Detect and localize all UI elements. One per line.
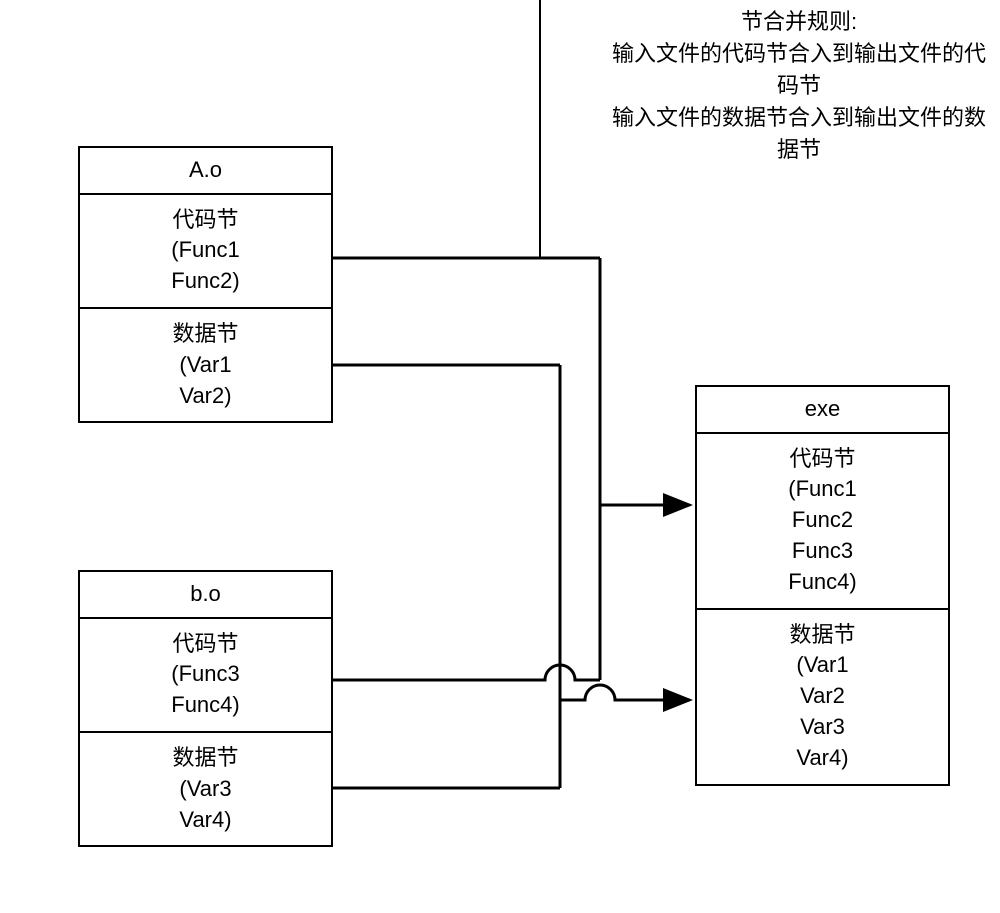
merge-rules-title: 节合并规则: — [606, 6, 992, 38]
exe-data-items: (Var1 Var2 Var3 Var4) — [701, 650, 944, 773]
exe-file: exe 代码节 (Func1 Func2 Func3 Func4) 数据节 (V… — [695, 385, 950, 786]
exe-code-items: (Func1 Func2 Func3 Func4) — [701, 474, 944, 597]
file-b-data-label: 数据节 — [84, 743, 327, 774]
file-a-data-items: (Var1 Var2) — [84, 350, 327, 412]
file-a-code-section: 代码节 (Func1 Func2) — [80, 195, 331, 307]
exe-data-label: 数据节 — [701, 620, 944, 651]
file-b-title: b.o — [80, 572, 331, 619]
file-b-data-items: (Var3 Var4) — [84, 774, 327, 836]
exe-code-section: 代码节 (Func1 Func2 Func3 Func4) — [697, 434, 948, 608]
merge-rules-annotation: 节合并规则: 输入文件的代码节合入到输出文件的代码节 输入文件的数据节合入到输出… — [598, 0, 1000, 171]
file-a-data-label: 数据节 — [84, 319, 327, 350]
merge-rules-line2: 输入文件的数据节合入到输出文件的数据节 — [606, 102, 992, 166]
file-b-code-section: 代码节 (Func3 Func4) — [80, 619, 331, 731]
object-file-b: b.o 代码节 (Func3 Func4) 数据节 (Var3 Var4) — [78, 570, 333, 847]
file-a-code-label: 代码节 — [84, 205, 327, 236]
exe-data-section: 数据节 (Var1 Var2 Var3 Var4) — [697, 608, 948, 784]
file-a-data-section: 数据节 (Var1 Var2) — [80, 307, 331, 421]
exe-code-label: 代码节 — [701, 444, 944, 475]
file-b-data-section: 数据节 (Var3 Var4) — [80, 731, 331, 845]
file-b-code-items: (Func3 Func4) — [84, 659, 327, 721]
object-file-a: A.o 代码节 (Func1 Func2) 数据节 (Var1 Var2) — [78, 146, 333, 423]
file-a-title: A.o — [80, 148, 331, 195]
file-a-code-items: (Func1 Func2) — [84, 235, 327, 297]
exe-title: exe — [697, 387, 948, 434]
merge-rules-line1: 输入文件的代码节合入到输出文件的代码节 — [606, 38, 992, 102]
file-b-code-label: 代码节 — [84, 629, 327, 660]
